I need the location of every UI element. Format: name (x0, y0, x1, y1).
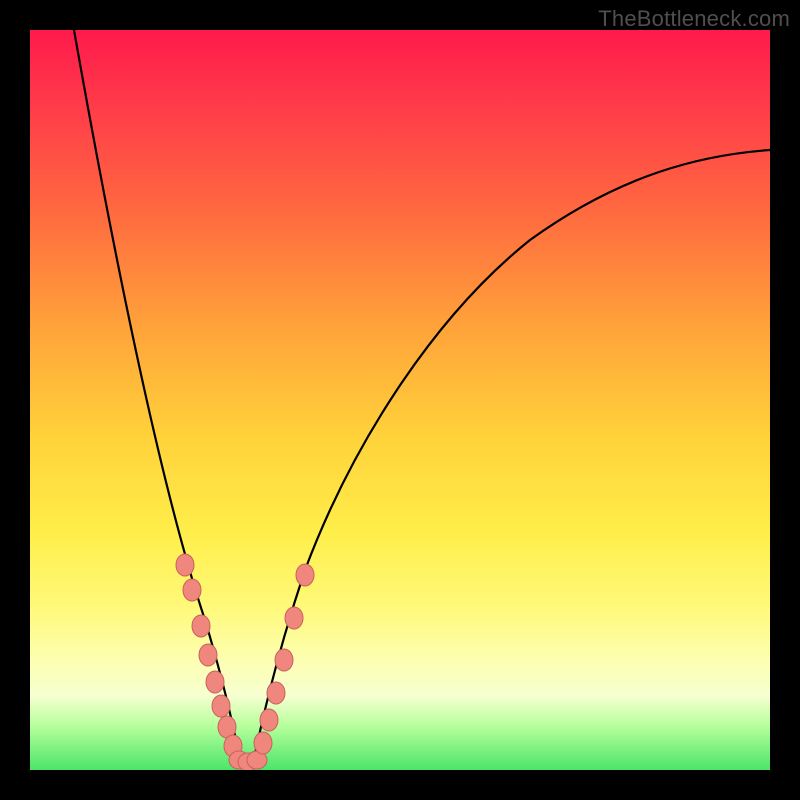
marker-dot (212, 695, 230, 717)
chart-stage: TheBottleneck.com (0, 0, 800, 800)
marker-dot (267, 682, 285, 704)
marker-dot (206, 671, 224, 693)
marker-dot (192, 615, 210, 637)
marker-dot (176, 554, 194, 576)
marker-dot (285, 607, 303, 629)
marker-dot (260, 709, 278, 731)
curves-svg (30, 30, 770, 770)
marker-dot (199, 644, 217, 666)
marker-dot (183, 579, 201, 601)
marker-group (176, 554, 314, 770)
watermark-text: TheBottleneck.com (598, 6, 790, 32)
marker-dot (296, 564, 314, 586)
marker-dot (254, 732, 272, 754)
right-branch-curve (252, 150, 770, 768)
marker-dot (275, 649, 293, 671)
plot-area (30, 30, 770, 770)
